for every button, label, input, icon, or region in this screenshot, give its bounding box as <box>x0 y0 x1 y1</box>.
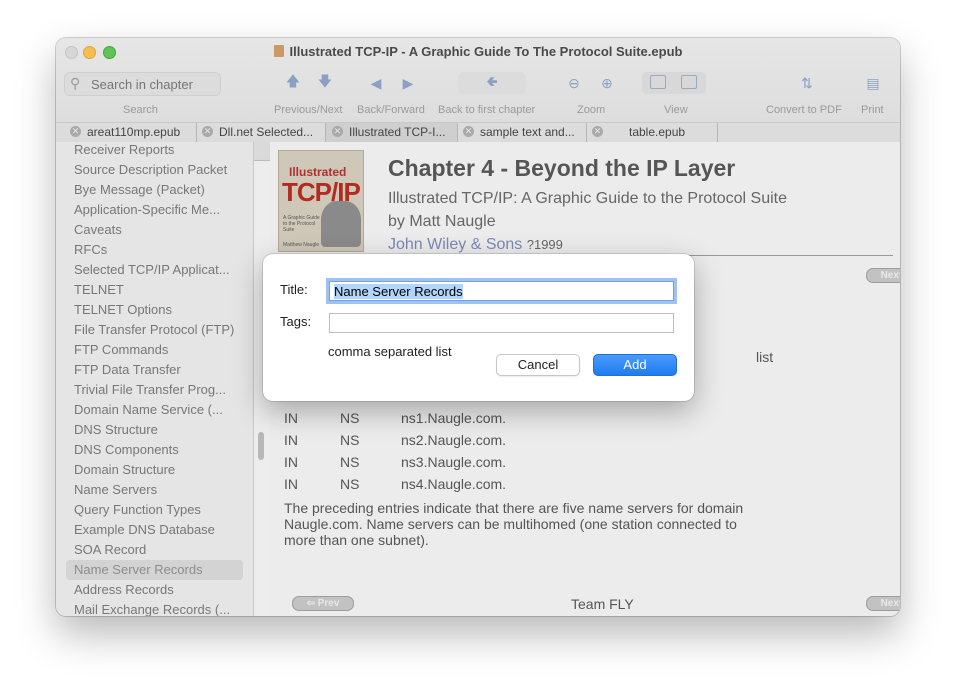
back-forward-label: Back/Forward <box>357 104 425 116</box>
sidebar-item-source-description-packet[interactable]: Source Description Packet <box>74 162 227 177</box>
convert-to-pdf-button[interactable]: ⇅ <box>796 72 818 94</box>
zoom-in-icon: ⊕ <box>601 74 613 91</box>
sidebar-item-bye-message[interactable]: Bye Message (Packet) <box>74 182 205 197</box>
sidebar-item-telnet-options[interactable]: TELNET Options <box>74 302 172 317</box>
cover-figure <box>321 201 361 247</box>
close-icon[interactable]: ✕ <box>463 126 474 137</box>
close-icon[interactable]: ✕ <box>70 126 81 137</box>
zoom-out-icon: ⊖ <box>568 74 580 91</box>
search-label: Search <box>123 104 158 116</box>
publisher-link[interactable]: John Wiley & Sons <box>388 236 522 253</box>
title-label: Title: <box>280 282 308 297</box>
window-title: Illustrated TCP-IP - A Graphic Guide To … <box>56 44 900 59</box>
search-input[interactable] <box>89 75 218 94</box>
sidebar-item-application-specific[interactable]: Application-Specific Me... <box>74 202 220 217</box>
sidebar-item-ftp-commands[interactable]: FTP Commands <box>74 342 168 357</box>
partial-list-text: list <box>756 349 774 365</box>
arrow-down-icon[interactable]: 🡇 <box>314 72 336 94</box>
sidebar-item-ftp-data-transfer[interactable]: FTP Data Transfer <box>74 362 181 377</box>
body-paragraph: The preceding entries indicate that ther… <box>284 500 744 548</box>
print-icon: ▤ <box>866 74 880 91</box>
zoom-in-button[interactable]: ⊕ <box>596 72 618 94</box>
sidebar-item-name-servers[interactable]: Name Servers <box>74 482 157 497</box>
add-bookmark-dialog: Title: Tags: comma separated list Cancel… <box>263 254 694 401</box>
sidebar-item-query-function-types[interactable]: Query Function Types <box>74 502 201 517</box>
sidebar-item-soa-record[interactable]: SOA Record <box>74 542 146 557</box>
next-button-bottom[interactable]: Next ⇨ <box>866 596 900 611</box>
arrow-up-icon[interactable]: 🡅 <box>282 72 304 94</box>
publisher-line: John Wiley & Sons ?1999 <box>388 236 563 253</box>
sidebar-item-name-server-records[interactable]: Name Server Records <box>74 562 203 577</box>
close-icon[interactable]: ✕ <box>332 126 343 137</box>
next-button-top[interactable]: Next ⇨ <box>866 268 900 283</box>
triangle-left-icon: ◀ <box>370 74 382 91</box>
sidebar-item-selected-tcpip[interactable]: Selected TCP/IP Applicat... <box>74 262 230 277</box>
sidebar-item-rfcs[interactable]: RFCs <box>74 242 107 257</box>
document-icon <box>273 45 284 57</box>
zoom-out-button[interactable]: ⊖ <box>563 72 585 94</box>
tags-hint: comma separated list <box>328 344 452 359</box>
two-page-icon[interactable] <box>681 75 697 89</box>
print-label: Print <box>861 104 884 116</box>
sidebar-item-mail-exchange-records[interactable]: Mail Exchange Records (... <box>74 602 230 616</box>
prev-button[interactable]: ⇦ Prev <box>292 596 354 611</box>
convert-icon: ⇅ <box>801 74 813 91</box>
sidebar-item-ftp[interactable]: File Transfer Protocol (FTP) <box>74 322 234 337</box>
tab-illustrated-tcpip[interactable]: ✕ Illustrated TCP-I... <box>326 123 458 142</box>
book-title: Illustrated TCP/IP: A Graphic Guide to t… <box>388 190 788 207</box>
tab-table-epub[interactable]: ✕ table.epub <box>586 123 718 142</box>
sidebar-item-telnet[interactable]: TELNET <box>74 282 124 297</box>
prev-next-label: Previous/Next <box>274 104 343 116</box>
footer-text: Team FLY <box>571 596 634 612</box>
tags-label: Tags: <box>280 314 312 329</box>
triangle-right-icon: ▶ <box>402 74 414 91</box>
view-toggle[interactable] <box>642 72 706 94</box>
back-button[interactable]: ◀ <box>365 72 387 94</box>
tab-areat110mp[interactable]: ✕ areat110mp.epub <box>56 123 197 142</box>
sidebar-item-caveats[interactable]: Caveats <box>74 222 122 237</box>
sidebar-scrollbar[interactable] <box>258 432 264 460</box>
single-page-icon[interactable] <box>650 75 666 89</box>
search-icon: ⚲ <box>70 75 81 91</box>
view-label: View <box>664 104 688 116</box>
sidebar-item-dns[interactable]: Domain Name Service (... <box>74 402 223 417</box>
add-button[interactable]: Add <box>593 354 677 376</box>
search-field[interactable]: ⚲ <box>64 72 221 96</box>
print-button[interactable]: ▤ <box>862 72 884 94</box>
sidebar-item-dns-components[interactable]: DNS Components <box>74 442 179 457</box>
tab-sample-text[interactable]: ✕ sample text and... <box>457 123 587 142</box>
chapter-title: Chapter 4 - Beyond the IP Layer <box>388 155 736 181</box>
close-icon[interactable]: ✕ <box>592 126 603 137</box>
sidebar-item-address-records[interactable]: Address Records <box>74 582 174 597</box>
app-window: Illustrated TCP-IP - A Graphic Guide To … <box>56 38 900 616</box>
cancel-button[interactable]: Cancel <box>496 354 580 376</box>
sidebar-item-tftp[interactable]: Trivial File Transfer Prog... <box>74 382 226 397</box>
title-input[interactable] <box>329 281 674 301</box>
forward-button[interactable]: ▶ <box>397 72 419 94</box>
sidebar-item-dns-structure[interactable]: DNS Structure <box>74 422 158 437</box>
back-to-first-label: Back to first chapter <box>438 104 536 116</box>
tab-dllnet[interactable]: ✕ Dll.net Selected... <box>196 123 326 142</box>
zoom-label: Zoom <box>577 104 606 116</box>
tab-bar: ✕ areat110mp.epub ✕ Dll.net Selected... ✕ I… <box>56 122 900 142</box>
back-to-first-chapter-button[interactable]: 🢀 <box>458 72 526 94</box>
chapter-sidebar: Receiver Reports Source Description Pack… <box>56 142 254 616</box>
convert-label: Convert to PDF <box>766 104 842 116</box>
author-line: by Matt Naugle <box>388 213 496 230</box>
book-cover: Illustrated TCP/IP A Graphic Guide to th… <box>278 150 364 252</box>
sidebar-item-example-dns-database[interactable]: Example DNS Database <box>74 522 215 537</box>
tags-input[interactable] <box>329 313 674 333</box>
sidebar-item-receiver-reports[interactable]: Receiver Reports <box>74 142 174 157</box>
close-icon[interactable]: ✕ <box>202 126 213 137</box>
return-arrow-icon: 🢀 <box>486 73 498 89</box>
sidebar-item-domain-structure[interactable]: Domain Structure <box>74 462 175 477</box>
